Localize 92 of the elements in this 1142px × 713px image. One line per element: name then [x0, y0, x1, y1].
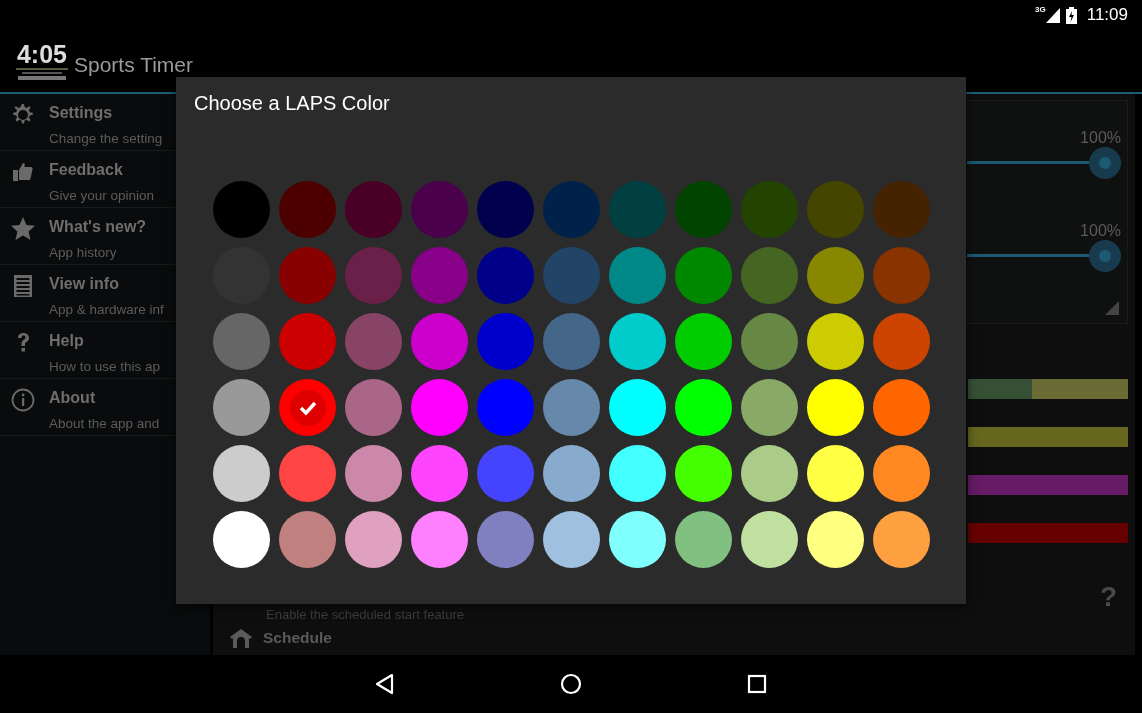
- app-title: Sports Timer: [74, 53, 194, 77]
- color-swatch[interactable]: [345, 313, 402, 370]
- color-swatch[interactable]: [213, 511, 270, 568]
- drawer-item-title: View info: [49, 275, 120, 293]
- color-swatch[interactable]: [873, 379, 930, 436]
- help-icon[interactable]: ?: [1099, 581, 1117, 613]
- color-swatch[interactable]: [609, 313, 666, 370]
- slider-reading: 100%: [1080, 222, 1121, 240]
- drawer-item-subtitle: About the app and: [49, 416, 160, 431]
- color-swatch[interactable]: [807, 247, 864, 304]
- color-swatch[interactable]: [411, 379, 468, 436]
- star-icon: [10, 216, 36, 242]
- color-swatch[interactable]: [873, 511, 930, 568]
- color-swatch[interactable]: [345, 445, 402, 502]
- color-swatch[interactable]: [609, 445, 666, 502]
- color-swatch[interactable]: [609, 511, 666, 568]
- color-swatch[interactable]: [411, 181, 468, 238]
- clock: 11:09: [1086, 5, 1128, 25]
- color-swatch[interactable]: [807, 181, 864, 238]
- color-swatch[interactable]: [741, 247, 798, 304]
- color-swatch[interactable]: [213, 445, 270, 502]
- color-swatch[interactable]: [543, 445, 600, 502]
- drawer-item-title: What's new?: [49, 218, 147, 236]
- color-swatch[interactable]: [543, 379, 600, 436]
- color-swatch[interactable]: [609, 379, 666, 436]
- drawer-item-title: Feedback: [49, 161, 124, 179]
- color-swatch[interactable]: [807, 313, 864, 370]
- color-swatch[interactable]: [213, 313, 270, 370]
- color-swatch[interactable]: [741, 445, 798, 502]
- color-swatch[interactable]: [609, 181, 666, 238]
- color-swatch[interactable]: [279, 247, 336, 304]
- drawer-item-subtitle: App & hardware inf: [49, 302, 164, 317]
- color-swatch[interactable]: [477, 181, 534, 238]
- color-swatch[interactable]: [477, 247, 534, 304]
- color-swatch[interactable]: [807, 379, 864, 436]
- battery-charging-icon: [1065, 6, 1077, 24]
- color-swatch[interactable]: [213, 181, 270, 238]
- color-swatch[interactable]: [675, 445, 732, 502]
- color-swatch[interactable]: [675, 313, 732, 370]
- network-type: 3G: [1035, 5, 1046, 14]
- color-swatch[interactable]: [609, 247, 666, 304]
- color-swatch[interactable]: [873, 247, 930, 304]
- logo-text: 4:05: [16, 41, 67, 67]
- color-swatch[interactable]: [675, 511, 732, 568]
- color-swatch[interactable]: [279, 181, 336, 238]
- color-swatch[interactable]: [543, 181, 600, 238]
- color-swatch[interactable]: [807, 511, 864, 568]
- color-swatch[interactable]: [477, 313, 534, 370]
- color-swatch[interactable]: [345, 379, 402, 436]
- color-swatch[interactable]: [741, 511, 798, 568]
- gear-house-icon: [229, 628, 253, 648]
- slider-reading: 100%: [1080, 129, 1121, 147]
- signal-icon: [1045, 7, 1060, 23]
- color-swatch[interactable]: [213, 379, 270, 436]
- color-swatch[interactable]: [741, 181, 798, 238]
- color-swatch[interactable]: [543, 313, 600, 370]
- drawer-item-subtitle: App history: [49, 245, 118, 260]
- color-swatch[interactable]: [675, 181, 732, 238]
- color-swatch[interactable]: [345, 511, 402, 568]
- color-swatch[interactable]: [411, 247, 468, 304]
- drawer-item-title: About: [49, 389, 97, 407]
- drawer-item-subtitle: Change the setting: [49, 131, 163, 146]
- color-swatch[interactable]: [873, 445, 930, 502]
- color-swatch[interactable]: [279, 313, 336, 370]
- color-swatch[interactable]: [807, 445, 864, 502]
- color-swatch[interactable]: [543, 511, 600, 568]
- drawer-item-title: Settings: [49, 104, 114, 122]
- color-swatch[interactable]: [411, 313, 468, 370]
- schedule-title: Schedule: [263, 629, 332, 647]
- color-swatch[interactable]: [873, 181, 930, 238]
- color-swatch[interactable]: [279, 445, 336, 502]
- drawer-item-subtitle: How to use this ap: [49, 359, 161, 374]
- color-swatch[interactable]: [675, 379, 732, 436]
- drawer-item-subtitle: Give your opinion: [49, 188, 155, 203]
- color-swatch[interactable]: [279, 379, 336, 436]
- color-swatch[interactable]: [279, 511, 336, 568]
- home-icon[interactable]: [558, 671, 584, 697]
- logo-stripes-icon: [14, 66, 70, 81]
- color-swatch[interactable]: [543, 247, 600, 304]
- color-swatch[interactable]: [873, 313, 930, 370]
- color-swatch[interactable]: [477, 445, 534, 502]
- color-swatch[interactable]: [741, 313, 798, 370]
- color-swatch[interactable]: [411, 445, 468, 502]
- color-swatch[interactable]: [741, 379, 798, 436]
- info-icon: [10, 387, 36, 413]
- color-swatch[interactable]: [477, 379, 534, 436]
- color-swatch[interactable]: [345, 247, 402, 304]
- color-swatch[interactable]: [411, 511, 468, 568]
- color-swatch[interactable]: [675, 247, 732, 304]
- color-swatch[interactable]: [345, 181, 402, 238]
- drawer-item-title: Help: [49, 332, 85, 350]
- color-swatch[interactable]: [477, 511, 534, 568]
